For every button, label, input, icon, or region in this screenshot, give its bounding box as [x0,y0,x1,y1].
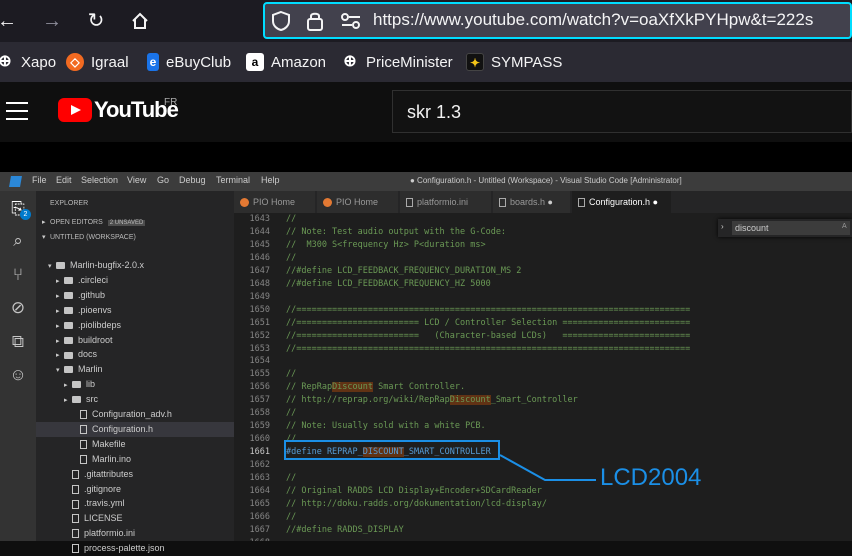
tree-item-label: process-palette.json [84,543,165,554]
tree-item[interactable]: process-palette.json [36,541,234,556]
file-icon [72,544,79,554]
callout-line [499,454,596,481]
callout-label: LCD2004 [600,464,702,491]
